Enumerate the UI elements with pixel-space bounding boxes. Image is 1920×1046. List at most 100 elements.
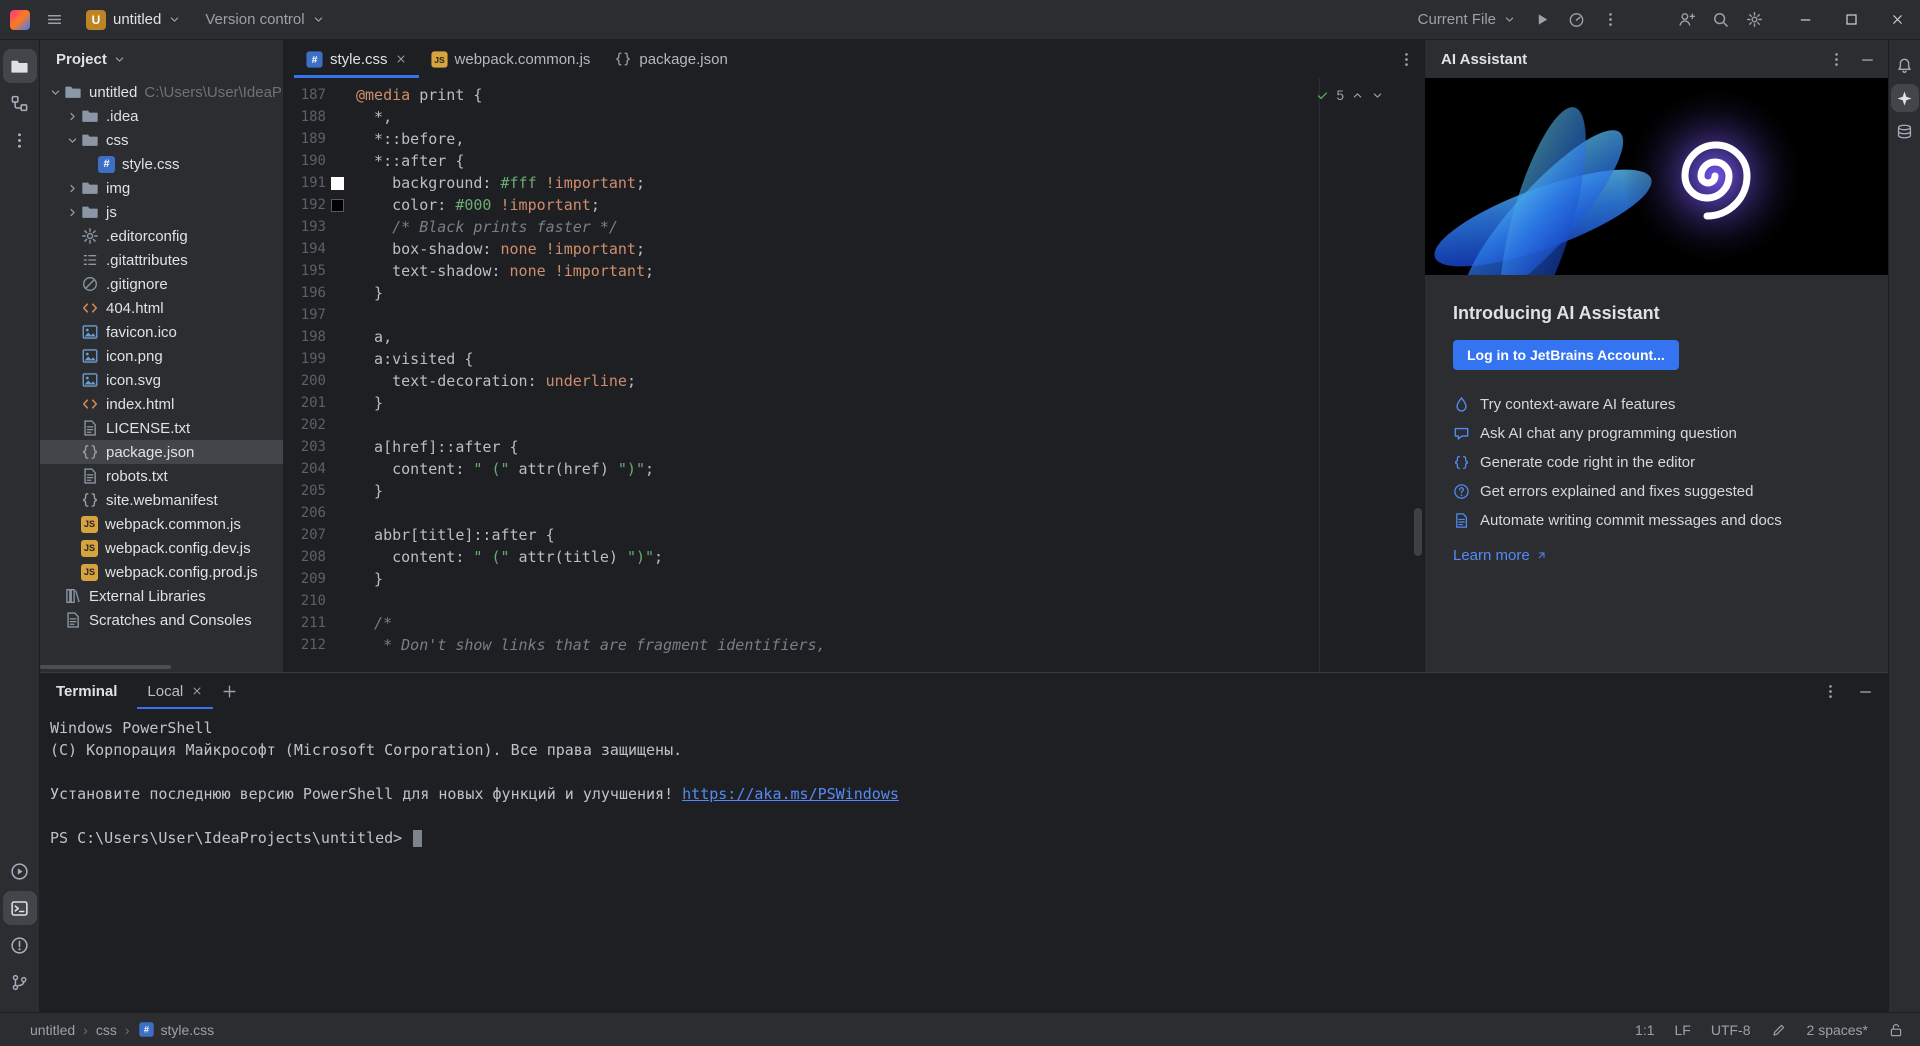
run-button[interactable] <box>1526 4 1558 36</box>
code-file-icon <box>81 299 99 317</box>
kebab-menu-icon[interactable] <box>1822 683 1839 700</box>
tree-item-css[interactable]: css <box>40 128 283 152</box>
ai-assistant-panel: AI Assistant Introducing AI Assistant Lo… <box>1424 40 1888 672</box>
caret-position[interactable]: 1:1 <box>1635 1022 1654 1038</box>
tree-item-scratches-and-consoles[interactable]: Scratches and Consoles <box>40 608 283 632</box>
run-tool-button[interactable] <box>3 854 37 888</box>
tree-item-editorconfig[interactable]: .editorconfig <box>40 224 283 248</box>
chevron-down-icon[interactable] <box>113 53 126 66</box>
tree-item-webpack-common-js[interactable]: JS webpack.common.js <box>40 512 283 536</box>
settings-button[interactable] <box>1738 4 1770 36</box>
chat-feature-icon <box>1453 425 1470 442</box>
read-lock[interactable] <box>1888 1022 1904 1038</box>
tab-options-button[interactable] <box>1388 40 1424 78</box>
breadcrumb-label: style.css <box>160 1021 215 1038</box>
close-tab-icon[interactable] <box>395 53 407 65</box>
gutter <box>326 568 356 590</box>
maximize-button[interactable] <box>1828 0 1874 40</box>
tree-item-external-libraries[interactable]: External Libraries <box>40 584 283 608</box>
tree-item-webpack-config-dev-js[interactable]: JS webpack.config.dev.js <box>40 536 283 560</box>
tree-item-label: img <box>106 179 131 197</box>
project-tool-button[interactable] <box>2 49 37 83</box>
tree-item-label: js <box>106 203 117 221</box>
chevron-down-icon[interactable] <box>1371 89 1384 102</box>
tab-style-css[interactable]: # style.css <box>294 40 419 78</box>
indentation[interactable]: 2 spaces* <box>1807 1022 1868 1038</box>
tree-item-icon-svg[interactable]: icon.svg <box>40 368 283 392</box>
learn-more-link[interactable]: Learn more <box>1453 547 1547 564</box>
notifications-icon <box>1896 57 1913 74</box>
ai-feature-text: Generate code right in the editor <box>1480 454 1696 471</box>
tree-item-img[interactable]: img <box>40 176 283 200</box>
close-button[interactable] <box>1874 0 1920 40</box>
window-controls <box>1782 0 1920 40</box>
tree-item-gitattributes[interactable]: .gitattributes <box>40 248 283 272</box>
breadcrumb-css[interactable]: css <box>96 1022 117 1038</box>
notifications-tool-button[interactable] <box>1891 51 1919 79</box>
run-config-selector[interactable]: Current File <box>1410 4 1524 36</box>
tree-item-label: webpack.config.prod.js <box>105 563 258 581</box>
problems-tool-button[interactable] <box>3 928 37 962</box>
version-control-tool-button[interactable] <box>3 965 37 999</box>
chevron-right-icon <box>63 107 81 125</box>
tree-item-style-css[interactable]: # style.css <box>40 152 283 176</box>
search-everywhere-button[interactable] <box>1704 4 1736 36</box>
horizontal-scrollbar[interactable] <box>40 665 171 669</box>
tab-label: style.css <box>330 50 388 68</box>
commit-tool-button[interactable] <box>3 86 37 120</box>
terminal-tab-local[interactable]: Local <box>137 673 214 709</box>
editor-scrollbar[interactable] <box>1414 508 1422 556</box>
chevron-up-icon[interactable] <box>1351 89 1364 102</box>
code-text: text-shadow: none !important; <box>356 262 655 280</box>
edit-mode[interactable] <box>1771 1022 1787 1038</box>
folder-file-icon <box>81 203 99 221</box>
terminal-link[interactable]: https://aka.ms/PSWindows <box>682 785 899 803</box>
project-widget[interactable]: U untitled <box>78 4 189 36</box>
kebab-menu-icon[interactable] <box>1828 51 1845 68</box>
tree-item-untitled[interactable]: untitled C:\Users\User\IdeaPr <box>40 80 283 104</box>
more-tool-windows-tool-button[interactable] <box>3 123 37 157</box>
tree-item-gitignore[interactable]: .gitignore <box>40 272 283 296</box>
tree-item-site-webmanifest[interactable]: site.webmanifest <box>40 488 283 512</box>
profiler-button[interactable] <box>1560 4 1592 36</box>
database-tool-button[interactable] <box>1891 117 1919 145</box>
tree-item-index-html[interactable]: index.html <box>40 392 283 416</box>
breadcrumb-style-css[interactable]: # style.css <box>138 1021 215 1038</box>
tree-item-package-json[interactable]: package.json <box>40 440 283 464</box>
minimize-icon[interactable] <box>1859 51 1876 68</box>
version-control-menu[interactable]: Version control <box>197 4 332 36</box>
breadcrumb-untitled[interactable]: untitled <box>30 1022 75 1038</box>
close-tab-icon[interactable] <box>191 685 203 697</box>
main-menu-button[interactable] <box>38 4 70 36</box>
tree-item-label: package.json <box>106 443 195 461</box>
file-encoding[interactable]: UTF-8 <box>1711 1022 1751 1038</box>
tab-webpack-common-js[interactable]: JS webpack.common.js <box>419 40 603 78</box>
tree-item-icon-png[interactable]: icon.png <box>40 344 283 368</box>
titlebar-right: Current File <box>1410 0 1920 40</box>
tree-item-robots-txt[interactable]: robots.txt <box>40 464 283 488</box>
tree-item-favicon-ico[interactable]: favicon.ico <box>40 320 283 344</box>
ai-assistant-tool-button[interactable] <box>1890 84 1919 112</box>
tree-item-license-txt[interactable]: LICENSE.txt <box>40 416 283 440</box>
inspections-widget[interactable]: 5 <box>1316 88 1384 103</box>
login-button[interactable]: Log in to JetBrains Account... <box>1453 340 1679 370</box>
tree-item-404-html[interactable]: 404.html <box>40 296 283 320</box>
terminal-output[interactable]: Windows PowerShell (C) Корпорация Майкрос… <box>40 709 1888 1012</box>
tab-package-json[interactable]: package.json <box>602 40 739 78</box>
gutter <box>326 128 356 150</box>
new-terminal-session-button[interactable] <box>213 673 245 709</box>
minimize-button[interactable] <box>1782 0 1828 40</box>
terminal-tool-button[interactable] <box>2 891 37 925</box>
line-ending[interactable]: LF <box>1675 1022 1691 1038</box>
minimize-icon[interactable] <box>1857 683 1874 700</box>
tree-item-idea[interactable]: .idea <box>40 104 283 128</box>
code-with-me-button[interactable] <box>1670 4 1702 36</box>
tree-item-webpack-config-prod-js[interactable]: JS webpack.config.prod.js <box>40 560 283 584</box>
more-actions-button[interactable] <box>1594 4 1626 36</box>
code-editor[interactable]: 187 @media print {188 *, 189 *::before, 190… <box>284 78 1424 672</box>
tree-item-js[interactable]: js <box>40 200 283 224</box>
